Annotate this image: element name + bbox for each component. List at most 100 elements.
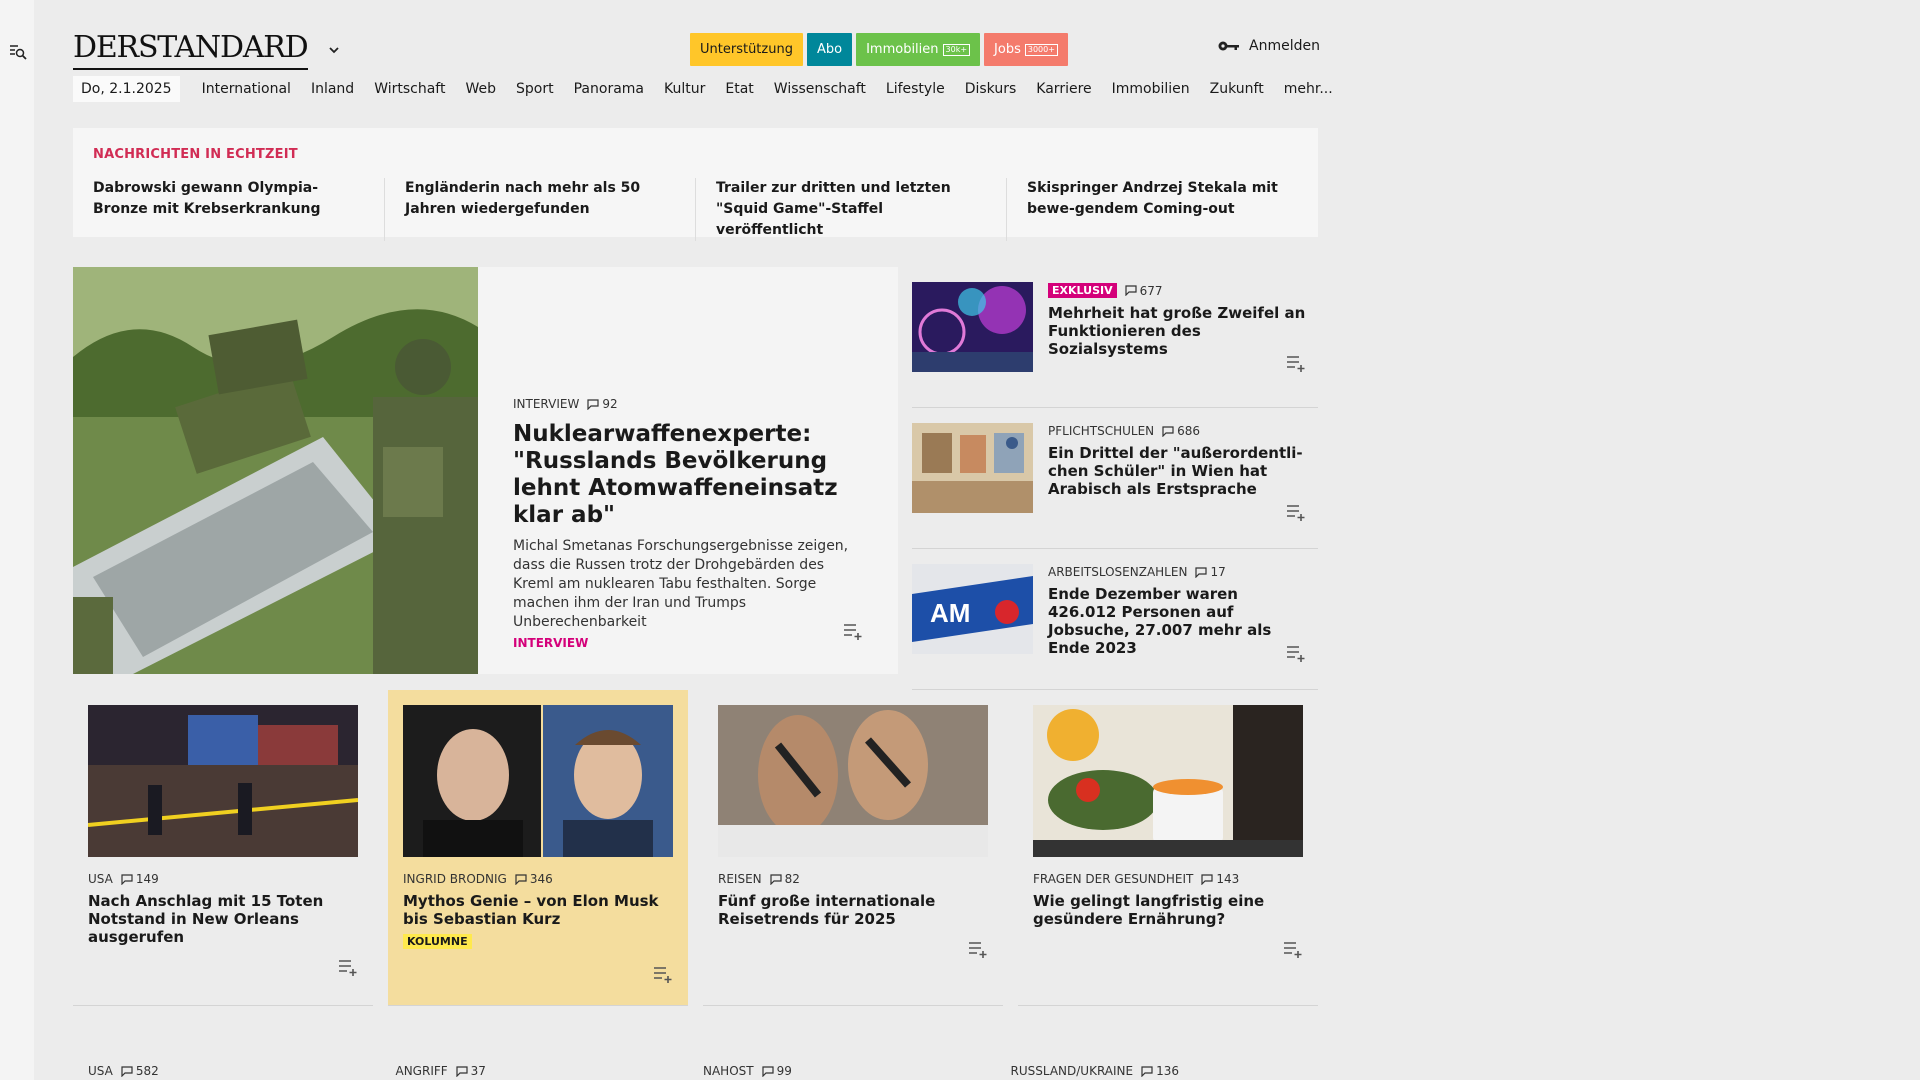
comment-icon [1195,567,1207,578]
comment-icon [456,1066,468,1077]
ams-thumbnail[interactable]: AM [912,564,1033,654]
teaser-article-column[interactable]: INGRID BRODNIG 346 Mythos Genie – von El… [388,690,688,1006]
fireworks-thumbnail[interactable] [912,282,1033,372]
teaser-meta: RUSSLAND/UKRAINE 136 [1010,1064,1180,1078]
add-to-playlist-icon[interactable] [1285,644,1307,662]
teaser-kicker: FRAGEN DER GESUNDHEIT [1033,872,1194,886]
comment-icon [762,1066,774,1077]
chevron-down-icon[interactable] [326,42,342,58]
ticker-item[interactable]: Engländerin nach mehr als 50 Jahren wied… [384,178,695,241]
ticker-item[interactable]: Dabrowski gewann Olympia-Bronze mit Kreb… [73,178,384,241]
lead-kicker: INTERVIEW [513,397,580,411]
teaser-title[interactable]: Wie gelingt langfristig eine gesündere E… [1033,892,1305,928]
nav-item-karriere[interactable]: Karriere [1036,81,1091,97]
teaser-kicker: USA [88,872,113,886]
teaser-title[interactable]: Fünf große internationale Reisetrends fü… [718,892,990,928]
teaser-row: USA 149 Nach Anschlag mit 15 Toten Notst… [73,690,1318,1006]
cooking-image[interactable] [1033,705,1303,857]
lead-article-image[interactable] [73,267,478,674]
nav-item-more[interactable]: mehr... [1284,81,1333,97]
abo-button[interactable]: Abo [806,33,853,66]
jobs-button[interactable]: Jobs 3000+ [984,33,1068,66]
teaser-meta: NAHOST 99 [703,1064,792,1078]
comment-count[interactable]: 17 [1195,565,1226,579]
side-rail [0,0,34,1080]
comment-count[interactable]: 99 [762,1064,792,1078]
nav-item-web[interactable]: Web [465,81,496,97]
nav-item-international[interactable]: International [202,81,291,97]
comment-count[interactable]: 677 [1125,284,1163,298]
side-article-title[interactable]: Ein Drittel der "außerordentli-chen Schü… [1048,444,1308,498]
comment-icon [587,399,599,410]
ticker-item[interactable]: Trailer zur dritten und letzten "Squid G… [695,178,1006,241]
lead-summary: Michal Smetanas Forschungsergebnisse zei… [513,538,849,630]
teaser-article[interactable]: REISEN 82 Fünf große internationale Reis… [703,690,1003,1006]
immobilien-button[interactable]: Immobilien 30k+ [856,33,981,66]
nav-item-kultur[interactable]: Kultur [664,81,705,97]
teaser-title[interactable]: Mythos Genie – von Elon Musk bis Sebasti… [403,892,675,928]
comment-count[interactable]: 582 [121,1064,159,1078]
jobs-count-badge: 3000+ [1024,43,1058,56]
next-teaser-row: USA 582 ANGRIFF 37 NAHOST 99 RUSSLAND/UKRAI… [88,1064,1318,1078]
teaser-meta: ANGRIFF 37 [395,1064,486,1078]
nav-item-wissenschaft[interactable]: Wissenschaft [774,81,866,97]
ticker-label: NACHRICHTEN IN ECHTZEIT [93,147,298,162]
side-article[interactable]: PFLICHTSCHULEN 686 Ein Drittel der "auße… [912,408,1318,549]
comment-count[interactable]: 92 [587,397,618,411]
side-kicker: PFLICHTSCHULEN [1048,424,1155,438]
comment-count[interactable]: 143 [1201,872,1239,886]
current-date: Do, 2.1.2025 [73,76,180,102]
side-article[interactable]: AM ARBEITSLOSENZAHLEN 17 Ende Dezember w… [912,549,1318,690]
side-article-title[interactable]: Ende Dezember waren 426.012 Personen auf… [1048,585,1308,657]
new-orleans-image[interactable] [88,705,358,857]
comment-count[interactable]: 37 [456,1064,486,1078]
nav-item-inland[interactable]: Inland [311,81,354,97]
immobilien-count-badge: 30k+ [942,43,971,56]
login-button[interactable]: Anmelden [1217,38,1320,54]
musk-kurz-image[interactable] [403,705,673,857]
comment-count[interactable]: 346 [515,872,553,886]
login-label: Anmelden [1249,38,1320,54]
nav-item-zukunft[interactable]: Zukunft [1210,81,1264,97]
derstandard-logo[interactable]: DERSTANDARD [73,30,309,70]
nav-item-diskurs[interactable]: Diskurs [965,81,1017,97]
add-to-playlist-icon[interactable] [652,965,674,983]
classroom-thumbnail[interactable] [912,423,1033,513]
lead-meta: INTERVIEW 92 [513,397,863,411]
teaser-title[interactable]: Nach Anschlag mit 15 Toten Notstand in N… [88,892,360,946]
nav-item-sport[interactable]: Sport [516,81,554,97]
add-to-playlist-icon[interactable] [1285,503,1307,521]
add-to-playlist-icon[interactable] [842,622,864,640]
comment-count[interactable]: 149 [121,872,159,886]
side-article-title[interactable]: Mehrheit hat große Zweifel an Funktionie… [1048,304,1308,358]
add-to-playlist-icon[interactable] [1282,940,1304,958]
lead-article[interactable]: INTERVIEW 92 Nuklearwaffenexperte: "Russ… [73,267,898,674]
comment-icon [121,874,133,885]
add-to-playlist-icon[interactable] [337,958,359,976]
comment-icon [515,874,527,885]
header-logo-area: DERSTANDARD [73,30,342,70]
column-tag: KOLUMNE [403,934,472,949]
teaser-kicker: REISEN [718,872,762,886]
side-article[interactable]: EXKLUSIV 677 Mehrheit hat große Zweifel … [912,267,1318,408]
lead-title[interactable]: Nuklearwaffenexperte: "Russlands Bevölke… [513,421,863,529]
teaser-article[interactable]: USA 149 Nach Anschlag mit 15 Toten Notst… [73,690,373,1006]
live-news-ticker: NACHRICHTEN IN ECHTZEIT Dabrowski gewann… [73,128,1318,241]
comment-count[interactable]: 82 [770,872,800,886]
add-to-playlist-icon[interactable] [1285,354,1307,372]
nav-item-etat[interactable]: Etat [725,81,753,97]
nav-item-panorama[interactable]: Panorama [574,81,644,97]
nav-item-immobilien[interactable]: Immobilien [1112,81,1190,97]
nav-item-wirtschaft[interactable]: Wirtschaft [374,81,445,97]
sandals-image[interactable] [718,705,988,857]
comment-count[interactable]: 686 [1162,424,1200,438]
comment-icon [121,1066,133,1077]
nav-item-lifestyle[interactable]: Lifestyle [886,81,945,97]
ticker-item[interactable]: Skispringer Andrzej Stekala mit bewe-gen… [1006,178,1317,241]
search-menu-icon[interactable] [8,42,28,62]
comment-count[interactable]: 136 [1141,1064,1179,1078]
add-to-playlist-icon[interactable] [967,940,989,958]
support-button[interactable]: Unterstützung [690,33,803,66]
svg-text:AM: AM [930,598,970,628]
teaser-article[interactable]: FRAGEN DER GESUNDHEIT 143 Wie gelingt la… [1018,690,1318,1006]
